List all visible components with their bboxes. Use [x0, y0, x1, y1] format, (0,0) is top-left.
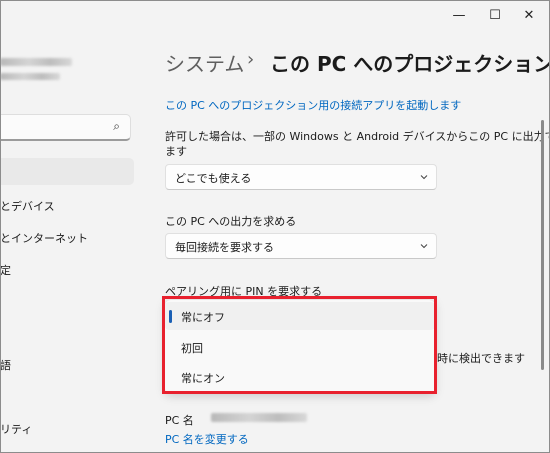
breadcrumb-separator: ›	[247, 49, 255, 70]
pc-name-value-blurred	[211, 413, 307, 422]
sidebar-item-language[interactable]: 語	[0, 357, 11, 373]
account-name-blurred	[0, 58, 72, 66]
chevron-down-icon	[420, 244, 428, 249]
rename-pc-link[interactable]: PC 名を変更する	[165, 431, 249, 447]
search-input[interactable]: ⌕	[0, 114, 131, 141]
launch-connect-app-link[interactable]: この PC へのプロジェクション用の接続アプリを起動します	[165, 97, 461, 113]
sidebar-item-network[interactable]: とインターネット	[0, 230, 88, 246]
pc-name-label: PC 名	[165, 414, 194, 427]
sidebar-item-accessibility[interactable]: リティ	[0, 421, 32, 437]
pin-option-label: 常にオフ	[181, 311, 225, 324]
pin-label: ペアリング用に PIN を要求する	[165, 285, 323, 298]
pin-dropdown-list[interactable]: 常にオフ 初回 常にオン	[165, 300, 435, 394]
sidebar-item-devices[interactable]: とデバイス	[0, 198, 55, 214]
request-dropdown-value: 毎回接続を要求する	[175, 241, 274, 254]
pin-option-always-off[interactable]: 常にオフ	[165, 302, 435, 330]
pin-option-always-on[interactable]: 常にオン	[165, 363, 435, 391]
request-label: この PC への出力を求める	[165, 215, 297, 228]
account-email-blurred	[0, 73, 60, 80]
sidebar-item-selected[interactable]	[0, 158, 134, 185]
obscured-description: 時に検出できます	[437, 352, 525, 365]
chevron-down-icon	[420, 175, 428, 180]
close-button[interactable]: ✕	[506, 0, 550, 30]
pin-option-label: 常にオン	[181, 372, 225, 385]
pin-option-first-time[interactable]: 初回	[165, 333, 435, 361]
selection-indicator	[169, 310, 172, 323]
page-title: この PC へのプロジェクション	[270, 52, 550, 76]
permission-label-line2: ます	[165, 145, 187, 158]
breadcrumb-system[interactable]: システム	[165, 48, 244, 77]
sidebar-item-personalization[interactable]: 定	[0, 262, 11, 278]
scrollbar-thumb[interactable]	[541, 120, 544, 370]
pin-option-label: 初回	[181, 342, 203, 355]
permission-dropdown[interactable]: どこでも使える	[165, 164, 437, 190]
permission-dropdown-value: どこでも使える	[175, 172, 252, 185]
search-icon: ⌕	[113, 119, 120, 133]
request-dropdown[interactable]: 毎回接続を要求する	[165, 233, 437, 259]
permission-label-line1: 許可した場合は、一部の Windows と Android デバイスからこの P…	[165, 130, 550, 143]
